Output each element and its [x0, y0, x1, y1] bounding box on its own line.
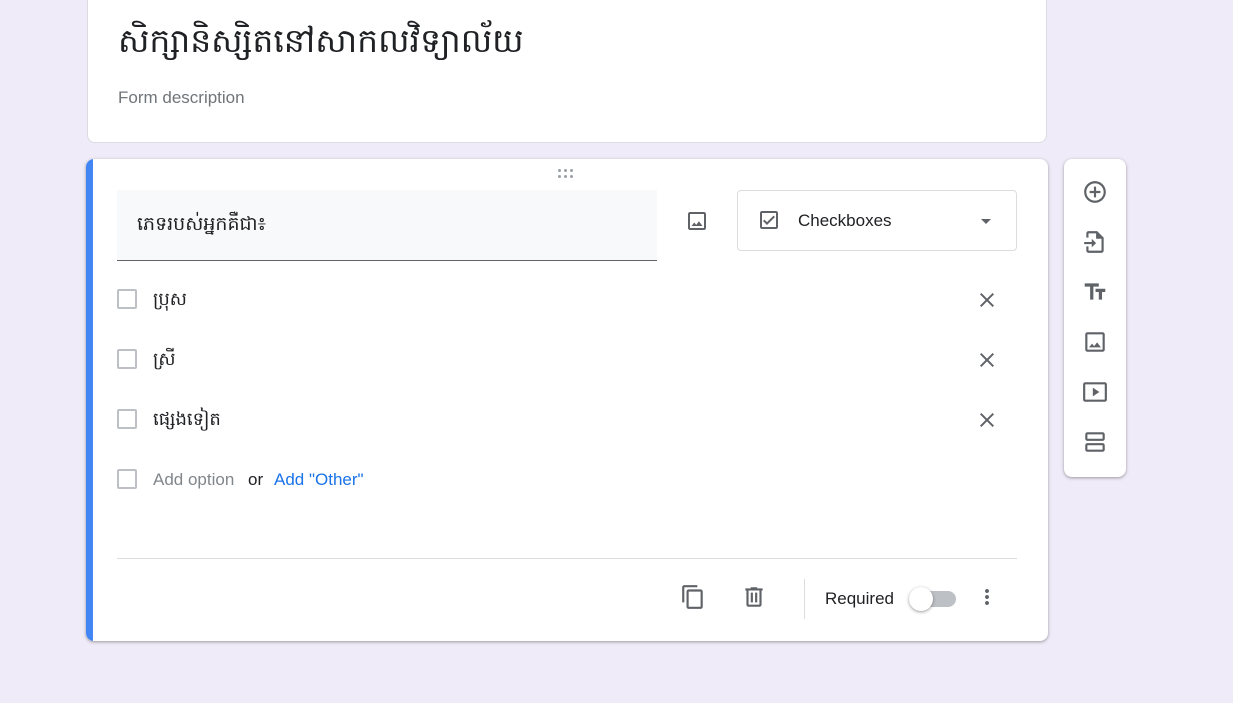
duplicate-icon[interactable] [678, 582, 708, 612]
add-option-button[interactable]: Add option [153, 470, 234, 490]
option-label[interactable]: ផ្សេងទៀត [153, 407, 221, 434]
question-type-dropdown[interactable]: Checkboxes [737, 190, 1017, 251]
question-card[interactable]: ភេទរបស់អ្នកគឺជា៖ Checkboxes ប្រុស ស្រី ផ… [86, 159, 1048, 641]
add-video-icon[interactable] [1078, 375, 1112, 409]
add-other-button[interactable]: Add "Other" [274, 470, 364, 490]
remove-option-icon[interactable] [972, 345, 1002, 375]
option-checkbox [117, 469, 137, 489]
question-type-label: Checkboxes [798, 211, 892, 230]
form-header-card: ​ សិក្សានិស្សិតនៅសាកលវិទ្យាល័យ Form desc… [87, 0, 1047, 143]
add-image-to-question-icon[interactable] [682, 206, 712, 236]
remove-option-icon[interactable] [972, 405, 1002, 435]
delete-icon[interactable] [739, 582, 769, 612]
option-row[interactable]: ស្រី [117, 341, 1017, 381]
question-title-input[interactable]: ភេទរបស់អ្នកគឺជា៖ [117, 190, 657, 261]
active-card-accent [86, 159, 93, 641]
question-title-text: ភេទរបស់អ្នកគឺជា៖ [137, 213, 266, 235]
option-label[interactable]: ប្រុស [153, 287, 187, 314]
remove-option-icon[interactable] [972, 285, 1002, 315]
form-description-field[interactable]: Form description [118, 88, 245, 108]
or-label: or [248, 470, 264, 489]
option-checkbox [117, 409, 137, 429]
import-questions-icon[interactable] [1078, 225, 1112, 259]
required-toggle-knob[interactable] [909, 587, 933, 611]
add-option-row: Add option or Add "Other" [117, 461, 1017, 501]
add-title-icon[interactable] [1078, 275, 1112, 309]
form-title[interactable]: សិក្សានិស្សិតនៅសាកលវិទ្យាល័យ [118, 17, 524, 65]
drag-handle-icon[interactable] [558, 169, 578, 183]
dropdown-arrow-icon [974, 209, 998, 233]
option-label[interactable]: ស្រី [153, 347, 176, 374]
more-options-icon[interactable] [972, 582, 1002, 612]
add-image-icon[interactable] [1078, 325, 1112, 359]
side-toolbar [1064, 159, 1126, 477]
required-label: Required [825, 589, 894, 608]
add-section-icon[interactable] [1078, 425, 1112, 459]
option-row[interactable]: ប្រុស [117, 281, 1017, 321]
checkbox-type-icon [754, 205, 784, 235]
option-checkbox [117, 289, 137, 309]
footer-divider [117, 558, 1017, 559]
add-question-icon[interactable] [1078, 175, 1112, 209]
option-checkbox [117, 349, 137, 369]
footer-vertical-divider [804, 579, 805, 619]
form-title-overflow: ​ [118, 0, 998, 1]
option-row[interactable]: ផ្សេងទៀត [117, 401, 1017, 441]
